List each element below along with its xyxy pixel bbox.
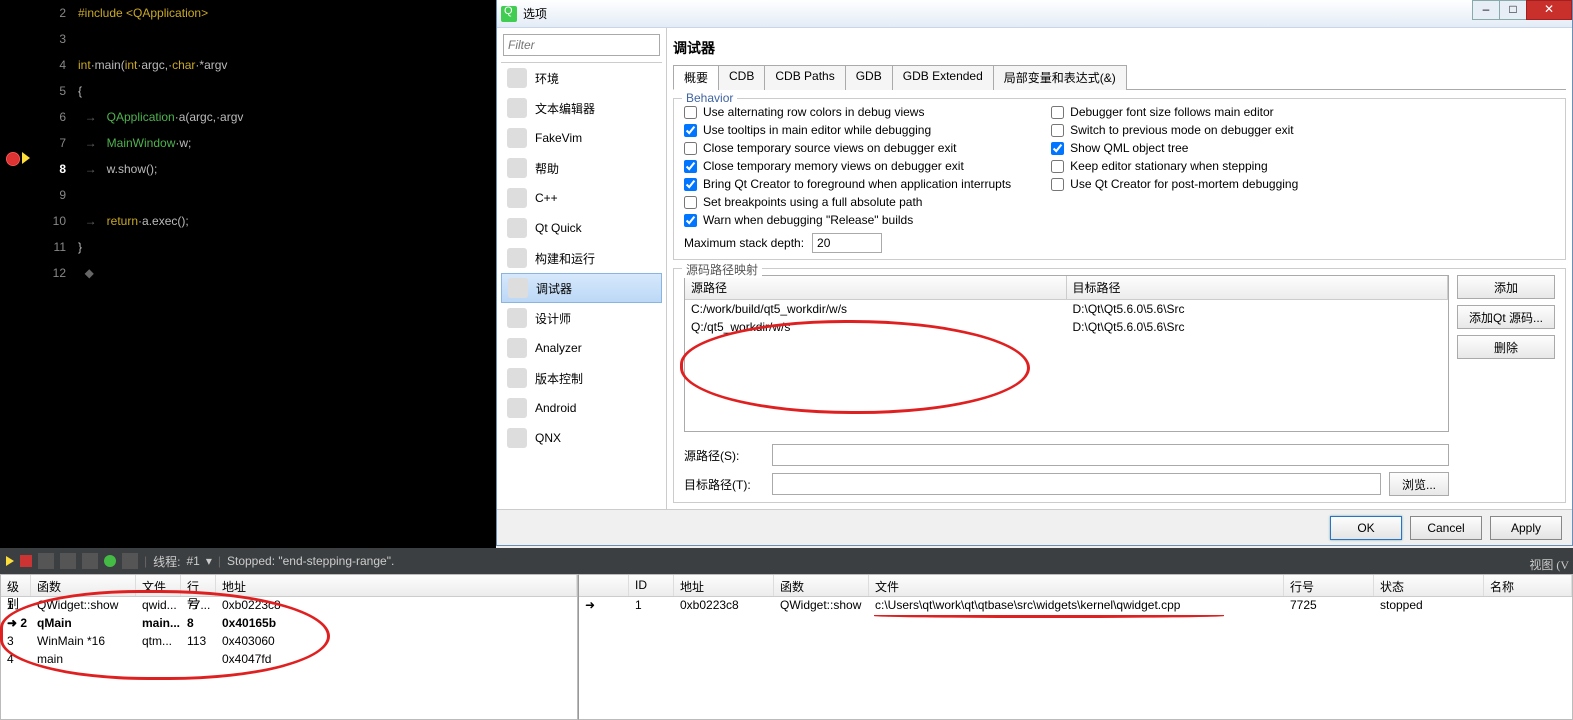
tab[interactable]: CDB Paths — [764, 65, 845, 90]
category-icon — [507, 368, 527, 388]
debug-status: Stopped: "end-stepping-range". — [227, 554, 394, 568]
tab[interactable]: GDB Extended — [892, 65, 994, 90]
options-dialog: 选项 – □ ✕ 环境文本编辑器FakeVim帮助C++Qt Quick构建和运… — [496, 0, 1573, 546]
checkbox-option[interactable]: Keep editor stationary when stepping — [1051, 159, 1298, 173]
checkbox-option[interactable]: Debugger font size follows main editor — [1051, 105, 1298, 119]
filter-input[interactable] — [503, 34, 660, 56]
debug-toolbar: | 线程: #1 ▾ | Stopped: "end-stepping-rang… — [0, 548, 1573, 574]
step-into-icon[interactable] — [60, 553, 76, 569]
delete-button[interactable]: 删除 — [1457, 335, 1555, 359]
category-item[interactable]: 构建和运行 — [501, 243, 662, 273]
checkbox-option[interactable]: Bring Qt Creator to foreground when appl… — [684, 177, 1011, 191]
breakpoint-icon[interactable] — [6, 152, 20, 166]
mapping-row[interactable]: C:/work/build/qt5_workdir/w/sD:\Qt\Qt5.6… — [685, 300, 1448, 318]
add-qt-source-button[interactable]: 添加Qt 源码... — [1457, 305, 1555, 329]
browse-button[interactable]: 浏览... — [1389, 472, 1449, 496]
category-icon — [507, 308, 527, 328]
category-item[interactable]: 帮助 — [501, 153, 662, 183]
cancel-button[interactable]: Cancel — [1410, 516, 1482, 540]
thread-label: 线程: — [153, 553, 180, 570]
checkbox-option[interactable]: Close temporary source views on debugger… — [684, 141, 1011, 155]
category-icon — [507, 218, 527, 238]
category-icon — [507, 338, 527, 358]
threads-pane[interactable]: ID地址函数文件行号状态名称 ➜10xb0223c8QWidget::showc… — [578, 574, 1573, 720]
stack-depth-input[interactable] — [812, 233, 882, 253]
category-item[interactable]: 文本编辑器 — [501, 93, 662, 123]
stack-depth-label: Maximum stack depth: — [684, 236, 804, 250]
category-sidebar: 环境文本编辑器FakeVim帮助C++Qt Quick构建和运行调试器设计师An… — [497, 28, 667, 509]
tab[interactable]: 局部变量和表达式(&) — [993, 65, 1127, 90]
category-icon — [507, 188, 527, 208]
category-icon — [507, 428, 527, 448]
stack-row[interactable]: ➜ 2qMainmain...80x40165b — [1, 615, 577, 633]
code-editor: 23456789101112 #include <QApplication> i… — [0, 0, 496, 548]
thread-value[interactable]: #1 — [186, 554, 199, 568]
category-icon — [507, 158, 527, 178]
checkbox-option[interactable]: Close temporary memory views on debugger… — [684, 159, 1011, 173]
settings-pane: 调试器 概要CDBCDB PathsGDBGDB Extended局部变量和表达… — [667, 28, 1572, 509]
stack-frames-pane[interactable]: 级别函数文件行号地址 1QWidget::showqwid...77...0xb… — [0, 574, 578, 720]
stack-row[interactable]: 3WinMain *16qtm...1130x403060 — [1, 633, 577, 651]
restart-icon[interactable] — [104, 555, 116, 567]
category-icon — [508, 278, 528, 298]
continue-icon[interactable] — [6, 556, 14, 566]
dialog-title: 选项 — [523, 5, 547, 22]
mapping-row[interactable]: Q:/qt5_workdir/w/sD:\Qt\Qt5.6.0\5.6\Src — [685, 318, 1448, 336]
code-body[interactable]: #include <QApplication> int·main(int·arg… — [78, 0, 496, 286]
target-path-input[interactable] — [772, 473, 1381, 495]
checkbox-option[interactable]: Show QML object tree — [1051, 141, 1298, 155]
category-item[interactable]: QNX — [501, 423, 662, 453]
stack-row[interactable]: 4main0x4047fd — [1, 651, 577, 669]
step-over-icon[interactable] — [38, 553, 54, 569]
category-icon — [507, 68, 527, 88]
category-item[interactable]: Android — [501, 393, 662, 423]
checkbox-option[interactable]: Switch to previous mode on debugger exit — [1051, 123, 1298, 137]
mapping-table[interactable]: 源路径目标路径 C:/work/build/qt5_workdir/w/sD:\… — [684, 275, 1449, 432]
checkbox-option[interactable]: Use tooltips in main editor while debugg… — [684, 123, 1011, 137]
source-path-input[interactable] — [772, 444, 1449, 466]
category-item[interactable]: 环境 — [501, 63, 662, 93]
tab[interactable]: 概要 — [673, 65, 719, 90]
behavior-group: Behavior Use alternating row colors in d… — [673, 98, 1566, 260]
toolbar-icon[interactable] — [122, 553, 138, 569]
category-item[interactable]: 版本控制 — [501, 363, 662, 393]
category-item[interactable]: Qt Quick — [501, 213, 662, 243]
category-item[interactable]: Analyzer — [501, 333, 662, 363]
pane-title: 调试器 — [673, 34, 1566, 64]
dialog-buttons: OK Cancel Apply — [497, 509, 1572, 545]
category-icon — [507, 128, 527, 148]
stop-icon[interactable] — [20, 555, 32, 567]
checkbox-option[interactable]: Use alternating row colors in debug view… — [684, 105, 1011, 119]
checkbox-option[interactable]: Use Qt Creator for post-mortem debugging — [1051, 177, 1298, 191]
source-mapping-group: 源码路径映射 源路径目标路径 C:/work/build/qt5_workdir… — [673, 268, 1566, 503]
tab[interactable]: GDB — [845, 65, 893, 90]
line-gutter: 23456789101112 — [0, 0, 78, 548]
apply-button[interactable]: Apply — [1490, 516, 1562, 540]
minimize-button[interactable]: – — [1472, 0, 1500, 20]
maximize-button[interactable]: □ — [1499, 0, 1527, 20]
close-button[interactable]: ✕ — [1526, 0, 1572, 20]
dialog-titlebar[interactable]: 选项 – □ ✕ — [497, 0, 1572, 28]
category-item[interactable]: 设计师 — [501, 303, 662, 333]
step-out-icon[interactable] — [82, 553, 98, 569]
category-icon — [507, 398, 527, 418]
category-item[interactable]: 调试器 — [501, 273, 662, 303]
ok-button[interactable]: OK — [1330, 516, 1402, 540]
view-menu[interactable]: 视图 (V — [1529, 556, 1569, 573]
qt-icon — [501, 6, 517, 22]
checkbox-option[interactable]: Warn when debugging "Release" builds — [684, 213, 1011, 227]
category-icon — [507, 98, 527, 118]
current-line-arrow-icon — [22, 152, 30, 164]
category-item[interactable]: C++ — [501, 183, 662, 213]
stack-row[interactable]: 1QWidget::showqwid...77...0xb0223c8 — [1, 597, 577, 615]
tab[interactable]: CDB — [718, 65, 765, 90]
category-item[interactable]: FakeVim — [501, 123, 662, 153]
thread-row[interactable]: ➜10xb0223c8QWidget::showc:\Users\qt\work… — [579, 597, 1572, 615]
add-button[interactable]: 添加 — [1457, 275, 1555, 299]
category-icon — [507, 248, 527, 268]
checkbox-option[interactable]: Set breakpoints using a full absolute pa… — [684, 195, 1011, 209]
tabs: 概要CDBCDB PathsGDBGDB Extended局部变量和表达式(&) — [673, 64, 1566, 90]
